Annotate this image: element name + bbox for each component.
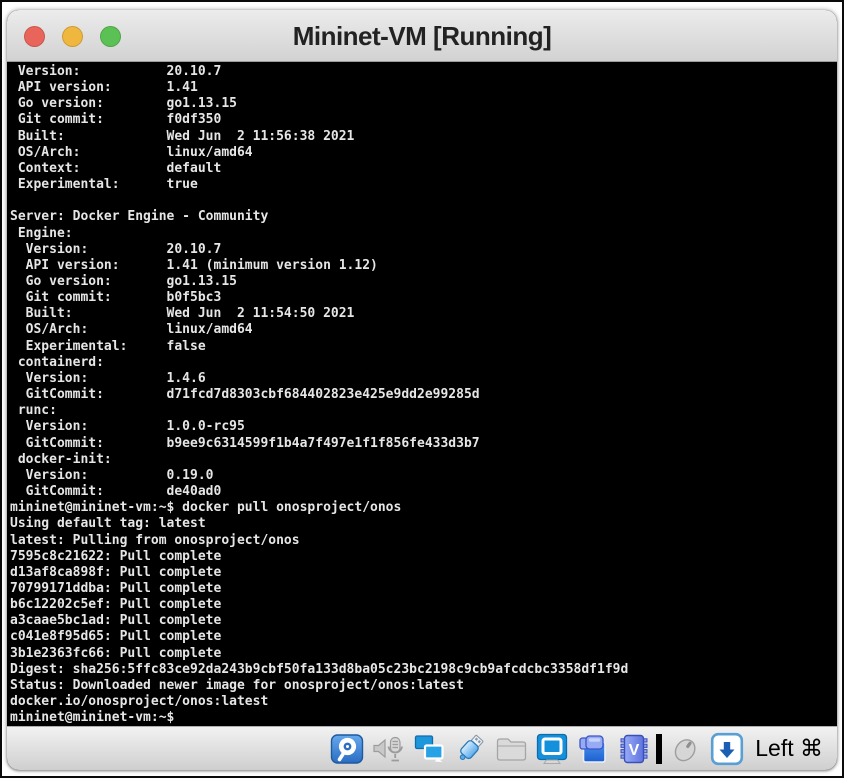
terminal-line: Context: default [10, 161, 837, 177]
terminal-line: c041e8f95d65: Pull complete [10, 629, 837, 645]
terminal-screen[interactable]: Version: 20.10.7 API version: 1.41 Go ve… [7, 62, 837, 726]
terminal-line: containerd: [10, 355, 837, 371]
terminal-line: Version: 20.10.7 [10, 242, 837, 258]
terminal-line: Version: 20.10.7 [10, 64, 837, 80]
terminal-line: GitCommit: d71fcd7d8303cbf684402823e425e… [10, 387, 837, 403]
shared-folders-icon[interactable] [494, 732, 528, 766]
terminal-line: Built: Wed Jun 2 11:56:38 2021 [10, 129, 837, 145]
terminal-line: Digest: sha256:5ffc83ce92da243b9cbf50fa1… [10, 662, 837, 678]
terminal-line: Go version: go1.13.15 [10, 96, 837, 112]
terminal-line: GitCommit: b9ee9c6314599f1b4a7f497e1f1f8… [10, 436, 837, 452]
terminal-line: latest: Pulling from onosproject/onos [10, 533, 837, 549]
terminal-line [10, 193, 837, 209]
terminal-line: API version: 1.41 [10, 80, 837, 96]
terminal-line: Engine: [10, 226, 837, 242]
terminal-line: OS/Arch: linux/amd64 [10, 145, 837, 161]
terminal-line: Built: Wed Jun 2 11:54:50 2021 [10, 306, 837, 322]
terminal-line: API version: 1.41 (minimum version 1.12) [10, 258, 837, 274]
audio-icon[interactable] [371, 732, 405, 766]
terminal-line: 70799171ddba: Pull complete [10, 581, 837, 597]
terminal-line: Git commit: b0f5bc3 [10, 290, 837, 306]
terminal-line: Version: 1.4.6 [10, 371, 837, 387]
terminal-line: Experimental: true [10, 177, 837, 193]
terminal-line: 7595c8c21622: Pull complete [10, 549, 837, 565]
terminal-line: Status: Downloaded newer image for onosp… [10, 678, 837, 694]
svg-text:V: V [629, 742, 640, 759]
usb-icon[interactable] [453, 732, 487, 766]
terminal-line: Version: 0.19.0 [10, 468, 837, 484]
terminal-line: Experimental: false [10, 339, 837, 355]
host-key-label: Left ⌘ [755, 735, 823, 762]
titlebar: Mininet-VM [Running] [7, 10, 837, 62]
display-icon[interactable] [535, 732, 569, 766]
terminal-line: Server: Docker Engine - Community [10, 209, 837, 225]
terminal-line: b6c12202c5ef: Pull complete [10, 597, 837, 613]
terminal-line: mininet@mininet-vm:~$ docker pull onospr… [10, 500, 837, 516]
terminal-line: d13af8ca898f: Pull complete [10, 565, 837, 581]
terminal-line: Version: 1.0.0-rc95 [10, 419, 837, 435]
recording-icon[interactable] [576, 732, 610, 766]
virtualization-activity-bar [656, 734, 662, 764]
vm-window: Mininet-VM [Running] Version: 20.10.7 AP… [7, 10, 837, 770]
terminal-line: mininet@mininet-vm:~$ [10, 710, 837, 726]
host-key-icon[interactable] [710, 732, 744, 766]
terminal-line: Git commit: f0df350 [10, 112, 837, 128]
terminal-line: OS/Arch: linux/amd64 [10, 322, 837, 338]
statusbar: V Left ⌘ [7, 726, 837, 770]
terminal-line: docker.io/onosproject/onos:latest [10, 694, 837, 710]
mouse-icon[interactable] [669, 732, 703, 766]
terminal-line: a3caae5bc1ad: Pull complete [10, 613, 837, 629]
virtualization-chip-icon[interactable]: V [617, 732, 651, 766]
terminal-line: Using default tag: latest [10, 516, 837, 532]
terminal-line: docker-init: [10, 452, 837, 468]
window-title: Mininet-VM [Running] [7, 10, 837, 62]
network-icon[interactable] [412, 732, 446, 766]
terminal-line: 3b1e2363fc66: Pull complete [10, 646, 837, 662]
hard-disk-icon[interactable] [330, 732, 364, 766]
terminal-line: GitCommit: de40ad0 [10, 484, 837, 500]
terminal-line: runc: [10, 403, 837, 419]
terminal-line: Go version: go1.13.15 [10, 274, 837, 290]
